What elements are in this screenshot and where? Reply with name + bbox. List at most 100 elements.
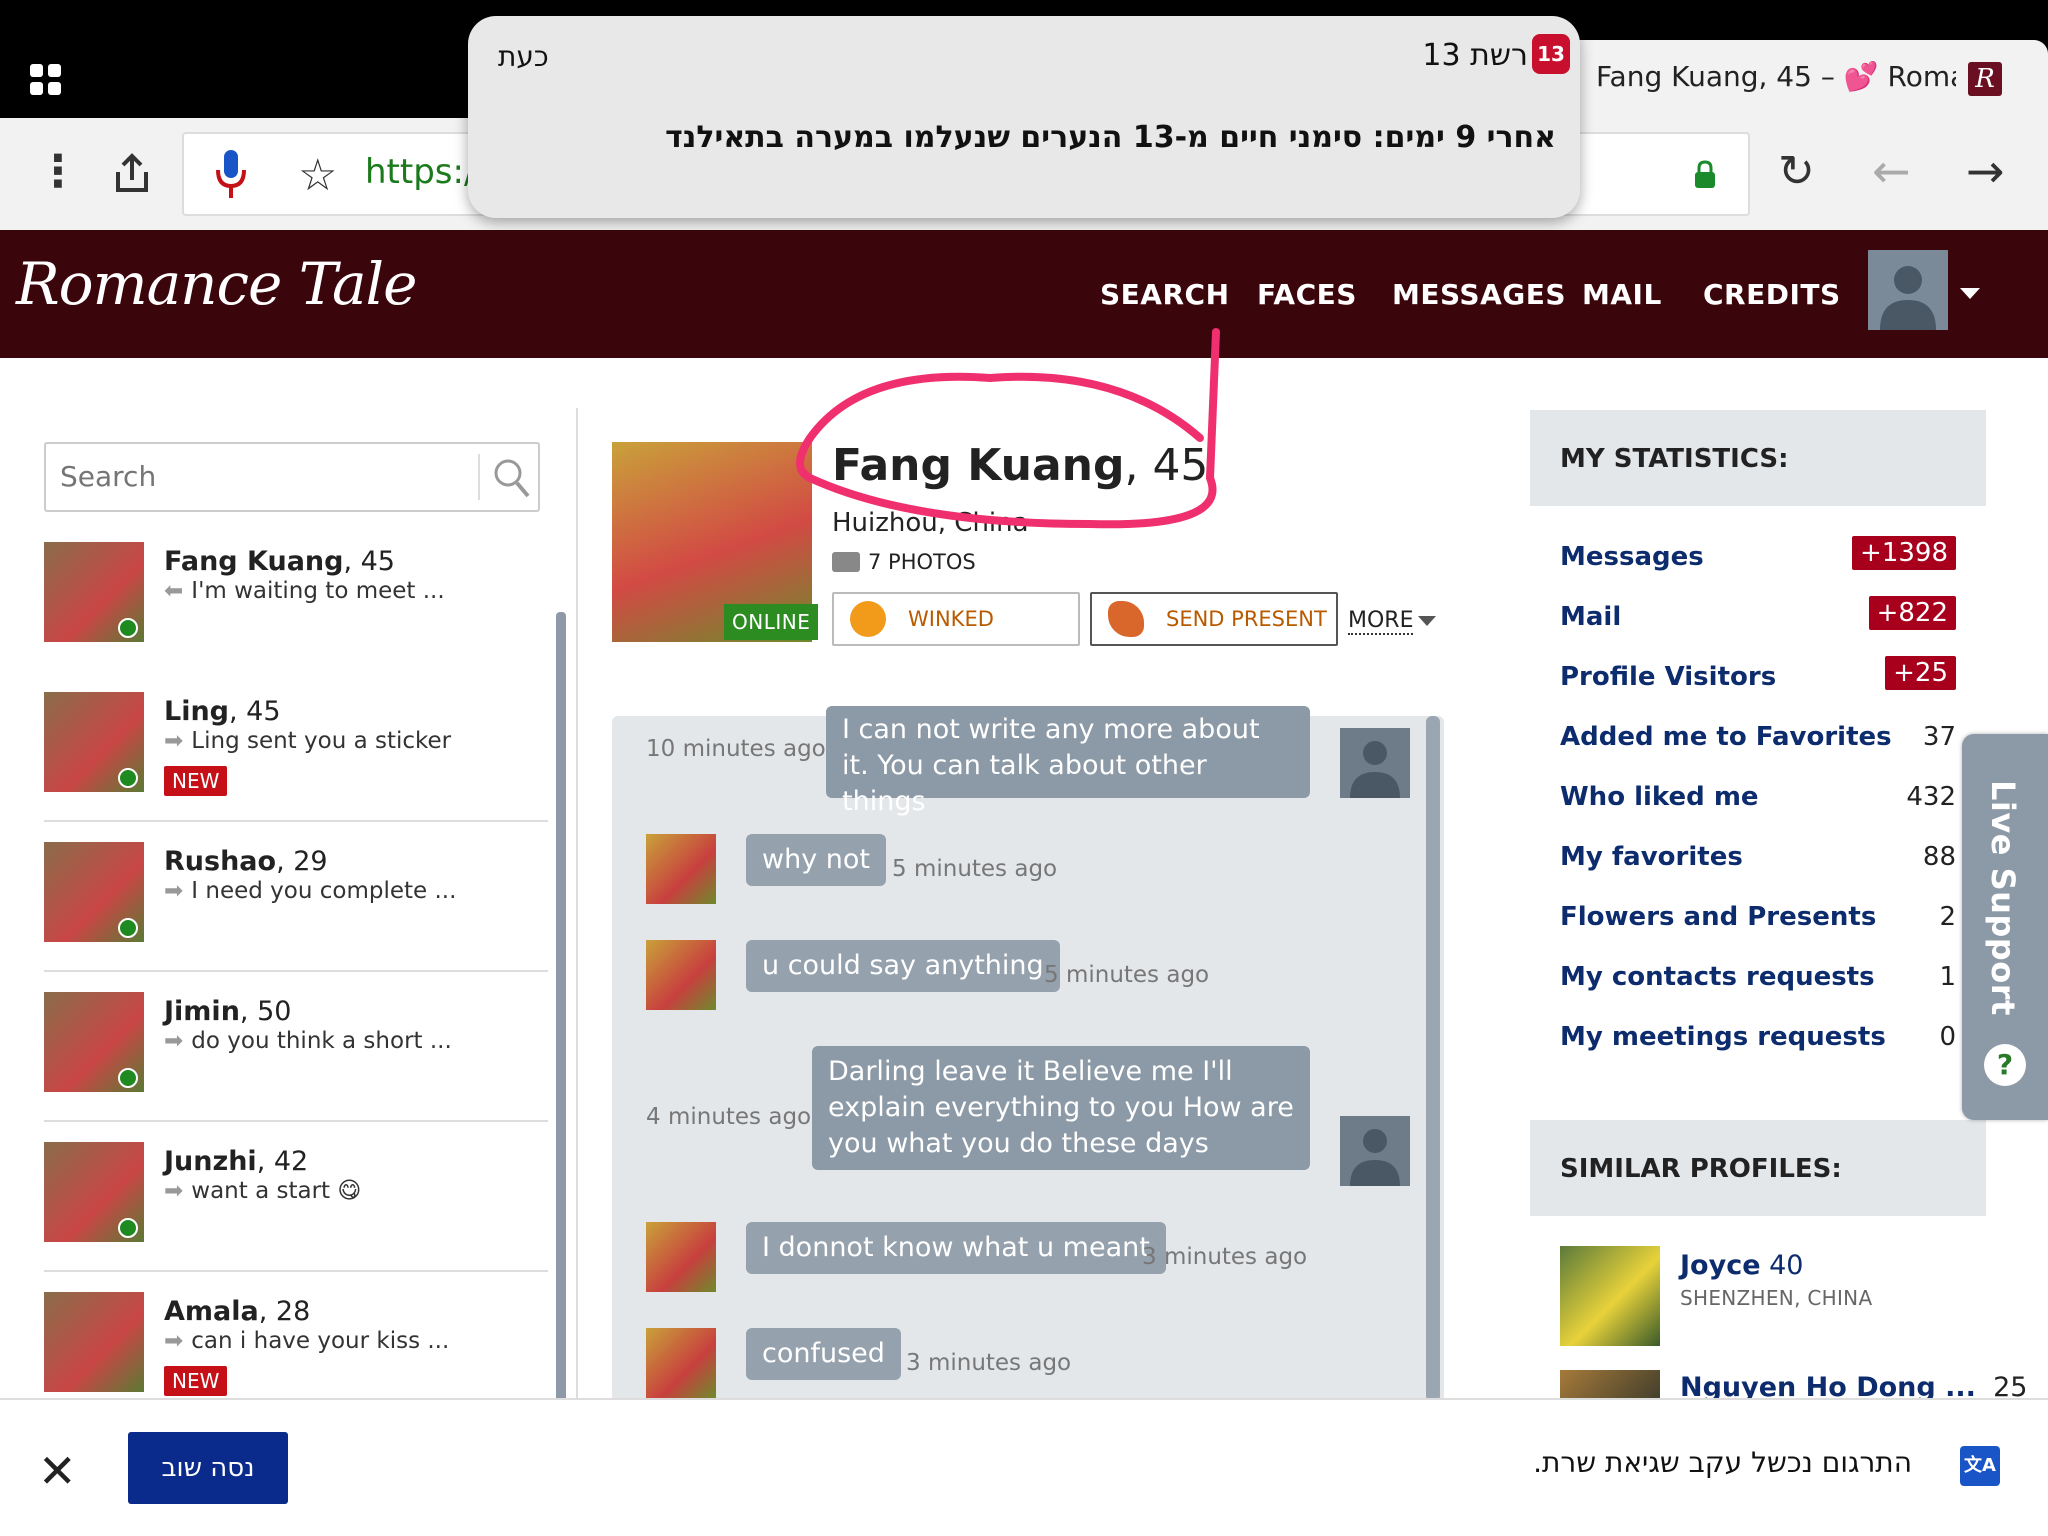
message-time: 5 minutes ago [1044,962,1210,988]
nav-messages[interactable]: MESSAGES [1392,278,1566,311]
preview-text: can i have your kiss ... [191,1328,450,1354]
chevron-down-icon[interactable] [1960,288,1980,299]
lock-icon [1693,160,1717,188]
online-badge: ONLINE [724,604,819,640]
apps-icon[interactable] [30,64,61,95]
share-icon[interactable] [114,152,150,192]
nav-mail[interactable]: MAIL [1582,278,1662,311]
conversation-item[interactable]: Jimin, 50 ➡ do you think a short ... [8,972,576,1122]
avatar [646,940,716,1010]
similar-profile-photo[interactable] [1560,1246,1660,1346]
notification-app-logo: 13 [1532,34,1570,74]
preview-text: I need you complete ... [191,878,457,904]
search-input[interactable] [60,460,480,493]
chat-scrollbar[interactable] [1426,716,1440,1402]
conversation-item[interactable]: Ling, 45 ➡ Ling sent you a sticker NEW [8,672,576,822]
user-avatar[interactable] [1868,250,1948,330]
more-menu[interactable]: MORE [1348,608,1414,635]
new-badge: NEW [164,1366,228,1396]
stat-added-favorites[interactable]: Added me to Favorites [1560,722,1892,752]
conversation-preview: ➡ can i have your kiss ... [164,1328,449,1354]
avatar [1340,1116,1410,1186]
retry-button[interactable]: נסה שוב [128,1432,288,1504]
online-indicator [118,1068,138,1088]
preview-text: do you think a short ... [191,1028,452,1054]
message-time: 3 minutes ago [1142,1244,1308,1270]
stat-meetings-requests[interactable]: My meetings requests [1560,1022,1886,1052]
winked-label: WINKED [908,607,994,631]
camera-icon [832,552,860,572]
profile-location: Huizhou, China [832,508,1029,538]
conversation-list: Fang Kuang, 45 ⬅ I'm waiting to meet ... … [8,522,576,1402]
forward-icon[interactable]: → [1966,148,2005,194]
star-icon[interactable]: ☆ [298,150,337,201]
conversation-preview: ➡ want a start 😋 [164,1178,361,1204]
online-indicator [118,768,138,788]
notification-app-name: רשת 13 [1422,38,1528,73]
conversation-item[interactable]: Junzhi, 42 ➡ want a start 😋 [8,1122,576,1272]
conversation-item[interactable]: Amala, 28 ➡ can i have your kiss ... NEW [8,1272,576,1402]
conversation-item[interactable]: Fang Kuang, 45 ⬅ I'm waiting to meet ... [8,522,576,672]
profile-name: Fang Kuang, 45 [832,440,1208,491]
menu-icon[interactable]: ⋮ [36,150,80,194]
stat-value: 432 [1906,782,1956,812]
nav-credits[interactable]: CREDITS [1703,278,1841,311]
preview-text: Ling sent you a sticker [191,728,452,754]
stat-mail[interactable]: Mail [1560,602,1621,632]
list-scrollbar[interactable] [556,612,566,1412]
notification-body: אחרי 9 ימים: סימני חיים מ-13 הנערים שנעל… [665,120,1556,155]
push-notification[interactable]: 13 רשת 13 כעת אחרי 9 ימים: סימני חיים מ-… [468,16,1580,218]
stat-value: 0 [1939,1022,1956,1052]
stat-value: 2 [1939,902,1956,932]
arrow-right-icon: ➡ [164,1028,184,1054]
site-logo[interactable]: Romance Tale [16,250,417,318]
translate-icon[interactable]: 文A [1960,1446,2000,1486]
message-time: 5 minutes ago [892,856,1058,882]
stat-value: 88 [1922,842,1956,872]
mic-icon[interactable] [214,148,248,200]
similar-profile-name[interactable]: Joyce 40 [1680,1250,1803,1281]
message-bubble-sent: I can not write any more about it. You c… [826,706,1310,817]
back-icon[interactable]: ← [1872,148,1911,194]
avatar [646,1328,716,1398]
message-time: 4 minutes ago [646,1104,812,1130]
reload-icon[interactable]: ↻ [1778,150,1815,194]
send-present-button[interactable]: SEND PRESENT [1090,592,1338,646]
age: , 29 [276,846,328,877]
stat-contacts-requests[interactable]: My contacts requests [1560,962,1875,992]
similar-profile-location: SHENZHEN, CHINA [1680,1286,1873,1310]
winked-button[interactable]: WINKED [832,592,1080,646]
avatar [646,1222,716,1292]
stat-badge[interactable]: +822 [1868,596,1956,630]
name: Junzhi [164,1146,257,1177]
photos-count: 7 PHOTOS [868,550,976,574]
name: Amala [164,1296,259,1327]
arrow-right-icon: ➡ [164,878,184,904]
nav-search[interactable]: SEARCH [1100,278,1230,311]
stat-badge[interactable]: +1398 [1852,536,1956,570]
conversation-name: Fang Kuang, 45 [164,546,395,577]
rose-icon [1108,601,1144,637]
conversation-preview: ➡ do you think a short ... [164,1028,452,1054]
nav-faces[interactable]: FACES [1257,278,1357,311]
search-icon[interactable] [492,456,532,500]
avatar [44,1292,144,1392]
arrow-right-icon: ➡ [164,1328,184,1354]
online-indicator [118,618,138,638]
chevron-down-icon[interactable] [1418,616,1436,626]
tab-title[interactable]: Fang Kuang, 45 – 💕 Roman [1596,60,1956,93]
stat-badge[interactable]: +25 [1885,656,1956,690]
divider [44,820,548,822]
stat-who-liked[interactable]: Who liked me [1560,782,1759,812]
stat-profile-visitors[interactable]: Profile Visitors [1560,662,1776,692]
stat-messages[interactable]: Messages [1560,542,1704,572]
stat-flowers-presents[interactable]: Flowers and Presents [1560,902,1876,932]
stat-my-favorites[interactable]: My favorites [1560,842,1743,872]
arrow-right-icon: ➡ [164,1178,184,1204]
close-icon[interactable]: ✕ [38,1444,77,1498]
chat-bubble-icon: ? [1984,1044,2026,1086]
conversation-item[interactable]: Rushao, 29 ➡ I need you complete ... [8,822,576,972]
live-support-tab[interactable]: Live Support ? [1962,734,2048,1120]
search-divider [478,454,480,500]
profile-photos-link[interactable]: 7 PHOTOS [832,550,976,574]
